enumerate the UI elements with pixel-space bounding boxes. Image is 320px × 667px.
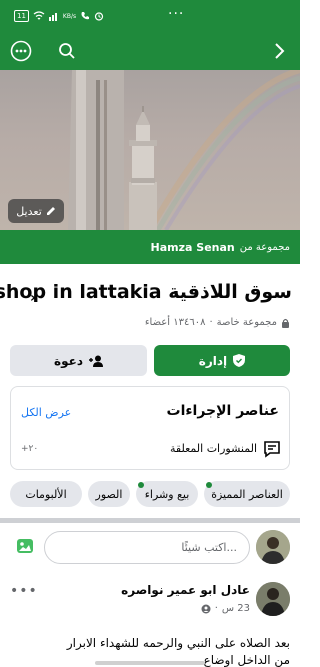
- photo-icon: [17, 539, 33, 553]
- post-text: بعد الصلاه على النبي والرحمه للشهداء الا…: [66, 636, 290, 650]
- more-circle-icon: [10, 40, 32, 62]
- edit-cover-button[interactable]: تعديل: [8, 199, 64, 223]
- group-audience-icon: [201, 604, 211, 613]
- post-timestamp: 23 س ·: [201, 603, 250, 614]
- pending-posts-count: +٢٠: [21, 444, 39, 454]
- chevron-right-icon: [275, 43, 285, 59]
- tab-featured-label: العناصر المميزة: [211, 487, 283, 501]
- signal-icon: [48, 13, 57, 21]
- meta-separator: ·: [209, 317, 213, 328]
- tab-photos-label: الصور: [95, 487, 123, 501]
- tab-buy-sell[interactable]: بيع وشراء: [136, 481, 198, 507]
- avatar[interactable]: [256, 530, 290, 564]
- more-button[interactable]: [8, 38, 34, 64]
- post-author-avatar[interactable]: [256, 582, 290, 616]
- pending-posts-label[interactable]: المنشورات المعلقة: [170, 442, 257, 455]
- status-dots: ···: [168, 6, 185, 22]
- tab-featured[interactable]: العناصر المميزة: [204, 481, 290, 507]
- top-bar: [0, 32, 300, 70]
- add-photo-button[interactable]: [16, 537, 34, 559]
- group-members[interactable]: ١٣٤٦٠٨ أعضاء: [145, 317, 206, 328]
- group-owner-name: Hamza Senan: [150, 240, 235, 254]
- edit-cover-label: تعديل: [16, 204, 42, 218]
- invite-button[interactable]: دعوة: [10, 345, 147, 376]
- time-separator: ·: [214, 603, 218, 614]
- wifi-icon: [33, 11, 45, 20]
- gesture-bar: [95, 661, 205, 665]
- post-author-name[interactable]: عادل ابو عمير نواصره: [121, 583, 250, 597]
- status-bar: 11 KB/s ···: [0, 0, 300, 32]
- manage-button[interactable]: إدارة: [154, 345, 290, 376]
- post-time-text: 23 س: [221, 603, 250, 614]
- tab-albums[interactable]: الألبومات: [10, 481, 82, 507]
- see-all-link[interactable]: عرض الكل: [21, 406, 71, 419]
- search-icon: [59, 43, 75, 59]
- action-items-title: عناصر الإجراءات: [166, 403, 280, 419]
- invite-label: دعوة: [54, 353, 83, 368]
- tab-featured-dot: [206, 482, 212, 488]
- tab-albums-label: الألبومات: [25, 487, 67, 501]
- group-from-label: مجموعة من: [239, 241, 290, 253]
- message-pending-icon: [264, 441, 280, 458]
- status-bar-left: 11 KB/s: [14, 10, 104, 22]
- pending-posts-row-icon: [263, 440, 281, 462]
- battery-indicator: 11: [14, 10, 29, 22]
- group-privacy: مجموعة خاصة: [216, 317, 277, 328]
- section-divider: [0, 518, 300, 523]
- tab-buy-sell-dot: [138, 482, 144, 488]
- shield-icon: [233, 354, 246, 367]
- search-button[interactable]: [54, 38, 80, 64]
- user-avatar-image: [256, 530, 290, 564]
- post-more-button[interactable]: •••: [10, 583, 38, 599]
- phone-icon: [81, 12, 90, 20]
- group-meta: مجموعة خاصة · ١٣٤٦٠٨ أعضاء: [145, 317, 290, 328]
- manage-label: إدارة: [198, 353, 228, 368]
- alarm-icon: [95, 12, 104, 21]
- post-avatar-image: [256, 582, 290, 616]
- add-user-icon: [88, 355, 103, 367]
- group-title[interactable]: سوق اللاذقية shop in lattakia: [0, 281, 292, 303]
- post-composer-input[interactable]: اكتب شيئًا...: [44, 531, 250, 564]
- group-owner-banner[interactable]: Hamza Senan مجموعة من: [0, 230, 300, 264]
- tab-buy-sell-label: بيع وشراء: [144, 487, 190, 501]
- pencil-icon: [46, 207, 55, 215]
- back-button[interactable]: [266, 38, 292, 64]
- tab-photos[interactable]: الصور: [88, 481, 130, 507]
- lock-icon: [282, 318, 289, 328]
- action-items-card: عناصر الإجراءات عرض الكل المنشورات المعل…: [10, 386, 290, 470]
- net-speed: KB/s: [62, 12, 77, 20]
